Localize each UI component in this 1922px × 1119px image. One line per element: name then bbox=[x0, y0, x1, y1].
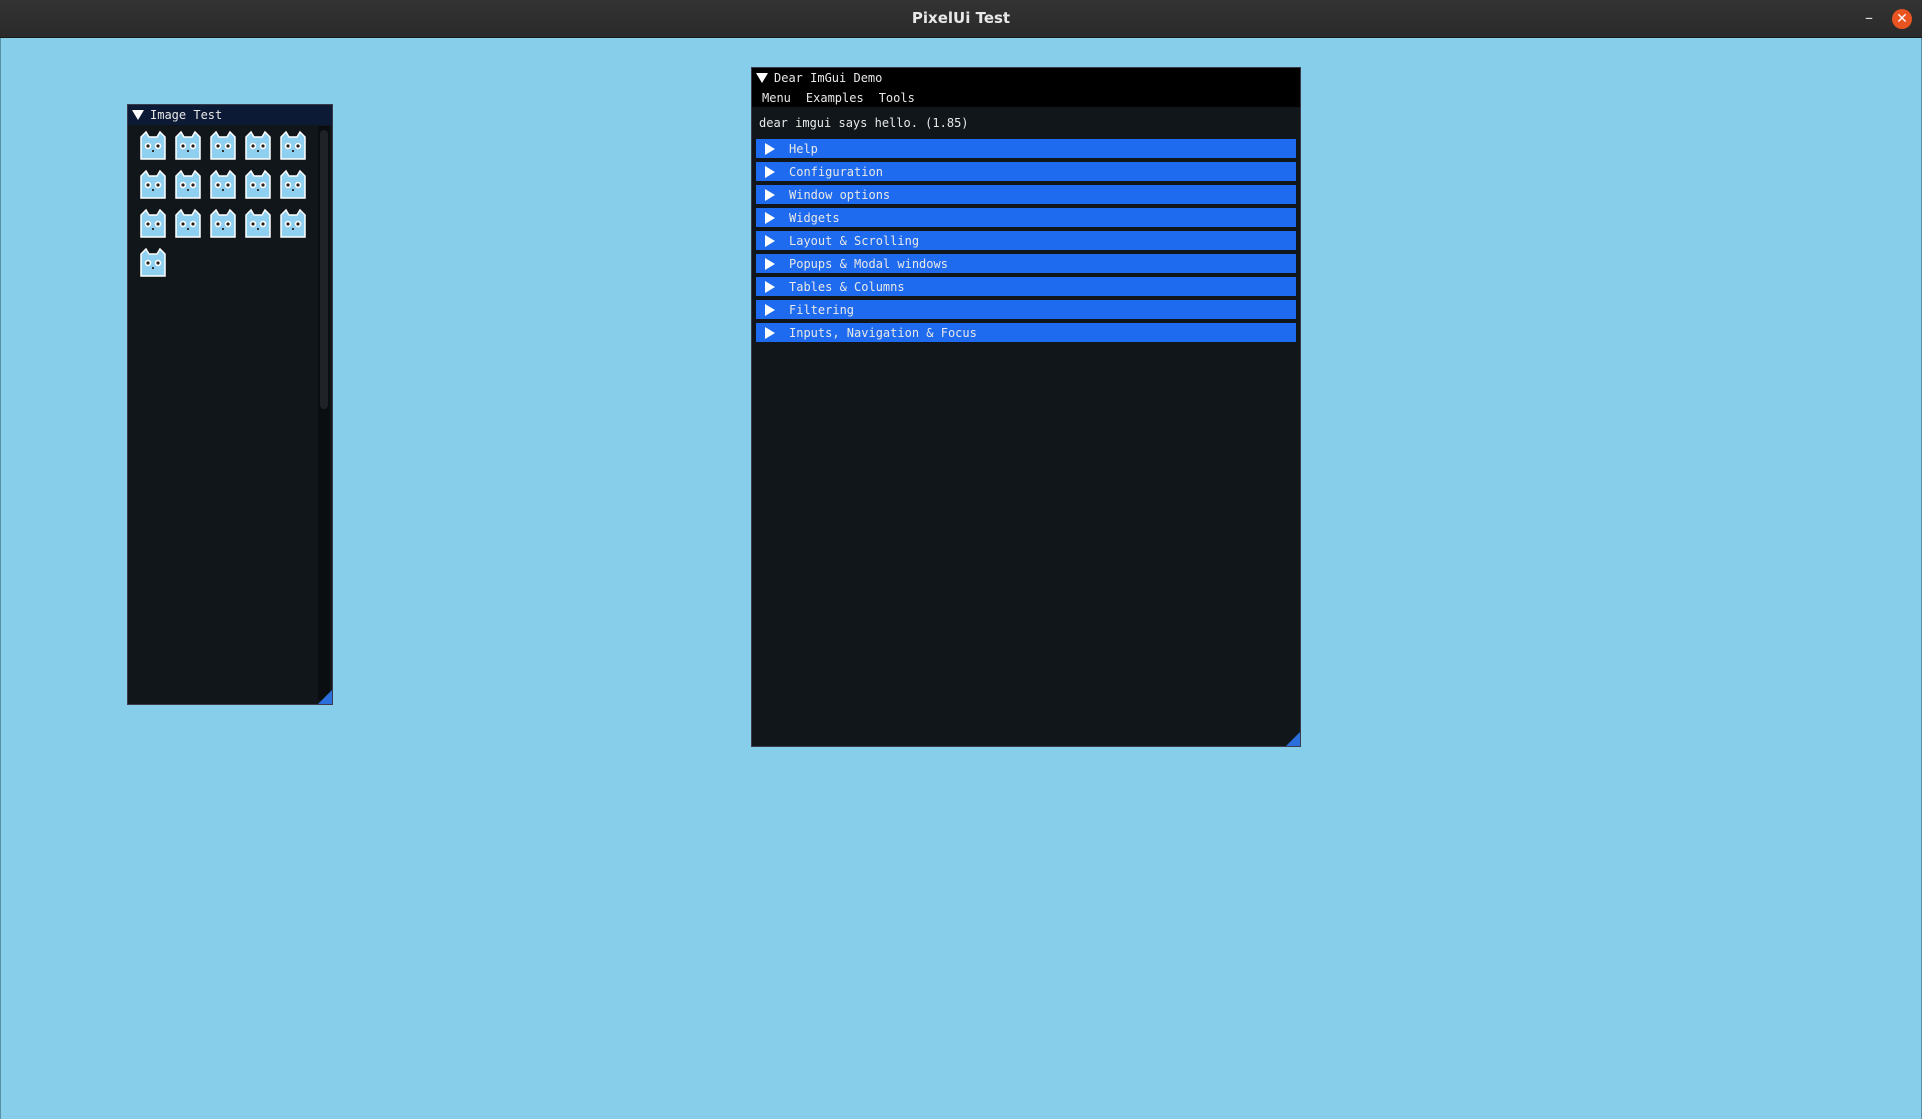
collapsing-header-label: Configuration bbox=[789, 164, 883, 179]
collapsing-header[interactable]: Tables & Columns bbox=[756, 277, 1296, 296]
collapsing-header[interactable]: Window options bbox=[756, 185, 1296, 204]
image-list bbox=[134, 129, 314, 285]
collapsing-header-label: Window options bbox=[789, 187, 891, 202]
collapsing-header[interactable]: Layout & Scrolling bbox=[756, 231, 1296, 250]
cat-smug-icon bbox=[245, 169, 271, 199]
os-window-title: PixelUi Test bbox=[911, 9, 1011, 27]
collapsing-header-label: Widgets bbox=[789, 210, 840, 225]
cat-bow-icon bbox=[280, 208, 306, 238]
collapsing-header[interactable]: Widgets bbox=[756, 208, 1296, 227]
collapse-arrow-icon[interactable] bbox=[132, 110, 144, 120]
cat-jar-icon bbox=[140, 169, 166, 199]
collapsing-header-label: Help bbox=[789, 141, 818, 156]
collapse-arrow-icon[interactable] bbox=[756, 73, 768, 83]
cat-dizzy-icon bbox=[210, 169, 236, 199]
collapsing-header[interactable]: Filtering bbox=[756, 300, 1296, 319]
cat-sleepy-icon bbox=[175, 130, 201, 160]
resize-grip[interactable] bbox=[1286, 732, 1300, 746]
close-button[interactable]: ✕ bbox=[1892, 9, 1912, 29]
collapsing-header-label: Popups & Modal windows bbox=[789, 256, 948, 271]
cat-blush-icon bbox=[210, 130, 236, 160]
collapsing-header[interactable]: Configuration bbox=[756, 162, 1296, 181]
scrollbar-thumb[interactable] bbox=[320, 130, 328, 409]
expand-arrow-icon bbox=[765, 257, 775, 270]
collapsing-header-label: Tables & Columns bbox=[789, 279, 905, 294]
menu-menu[interactable]: Menu bbox=[762, 91, 791, 105]
cat-heart-eyes-icon bbox=[175, 208, 201, 238]
expand-arrow-icon bbox=[765, 280, 775, 293]
cat-star-icon bbox=[210, 208, 236, 238]
hello-text: dear imgui says hello. (1.85) bbox=[759, 116, 969, 130]
cat-icon bbox=[140, 247, 166, 277]
collapsing-header-label: Inputs, Navigation & Focus bbox=[789, 325, 977, 340]
demo-titlebar[interactable]: Dear ImGui Demo bbox=[752, 68, 1300, 88]
expand-arrow-icon bbox=[765, 211, 775, 224]
expand-arrow-icon bbox=[765, 234, 775, 247]
collapsing-header[interactable]: Help bbox=[756, 139, 1296, 158]
demo-window[interactable]: Dear ImGui Demo Menu Examples Tools dear… bbox=[751, 67, 1301, 747]
cat-glasses-icon bbox=[175, 169, 201, 199]
resize-grip[interactable] bbox=[318, 690, 332, 704]
menu-tools[interactable]: Tools bbox=[879, 91, 915, 105]
collapsing-header[interactable]: Popups & Modal windows bbox=[756, 254, 1296, 273]
image-test-title: Image Test bbox=[150, 108, 223, 122]
expand-arrow-icon bbox=[765, 188, 775, 201]
collapsing-header-label: Filtering bbox=[789, 302, 855, 317]
vertical-scrollbar[interactable] bbox=[318, 126, 330, 700]
cat-wink-icon bbox=[280, 169, 306, 199]
demo-title: Dear ImGui Demo bbox=[774, 71, 883, 85]
collapsing-headers: Help Configuration Window options Widgets La… bbox=[752, 139, 1300, 342]
image-test-titlebar[interactable]: Image Test bbox=[128, 105, 332, 125]
menubar: Menu Examples Tools bbox=[752, 88, 1300, 107]
collapsing-header-label: Layout & Scrolling bbox=[789, 233, 920, 248]
cat-sweat-icon bbox=[245, 130, 271, 160]
cat-cry-icon bbox=[280, 130, 306, 160]
expand-arrow-icon bbox=[765, 303, 775, 316]
os-titlebar: PixelUi Test – ✕ bbox=[0, 0, 1922, 38]
image-test-window[interactable]: Image Test bbox=[127, 104, 333, 705]
expand-arrow-icon bbox=[765, 142, 775, 155]
cat-icon bbox=[245, 208, 271, 238]
expand-arrow-icon bbox=[765, 165, 775, 178]
minimize-button[interactable]: – bbox=[1861, 10, 1877, 27]
expand-arrow-icon bbox=[765, 326, 775, 339]
collapsing-header[interactable]: Inputs, Navigation & Focus bbox=[756, 323, 1296, 342]
cat-icon bbox=[140, 130, 166, 160]
cat-icon bbox=[140, 208, 166, 238]
menu-examples[interactable]: Examples bbox=[806, 91, 864, 105]
